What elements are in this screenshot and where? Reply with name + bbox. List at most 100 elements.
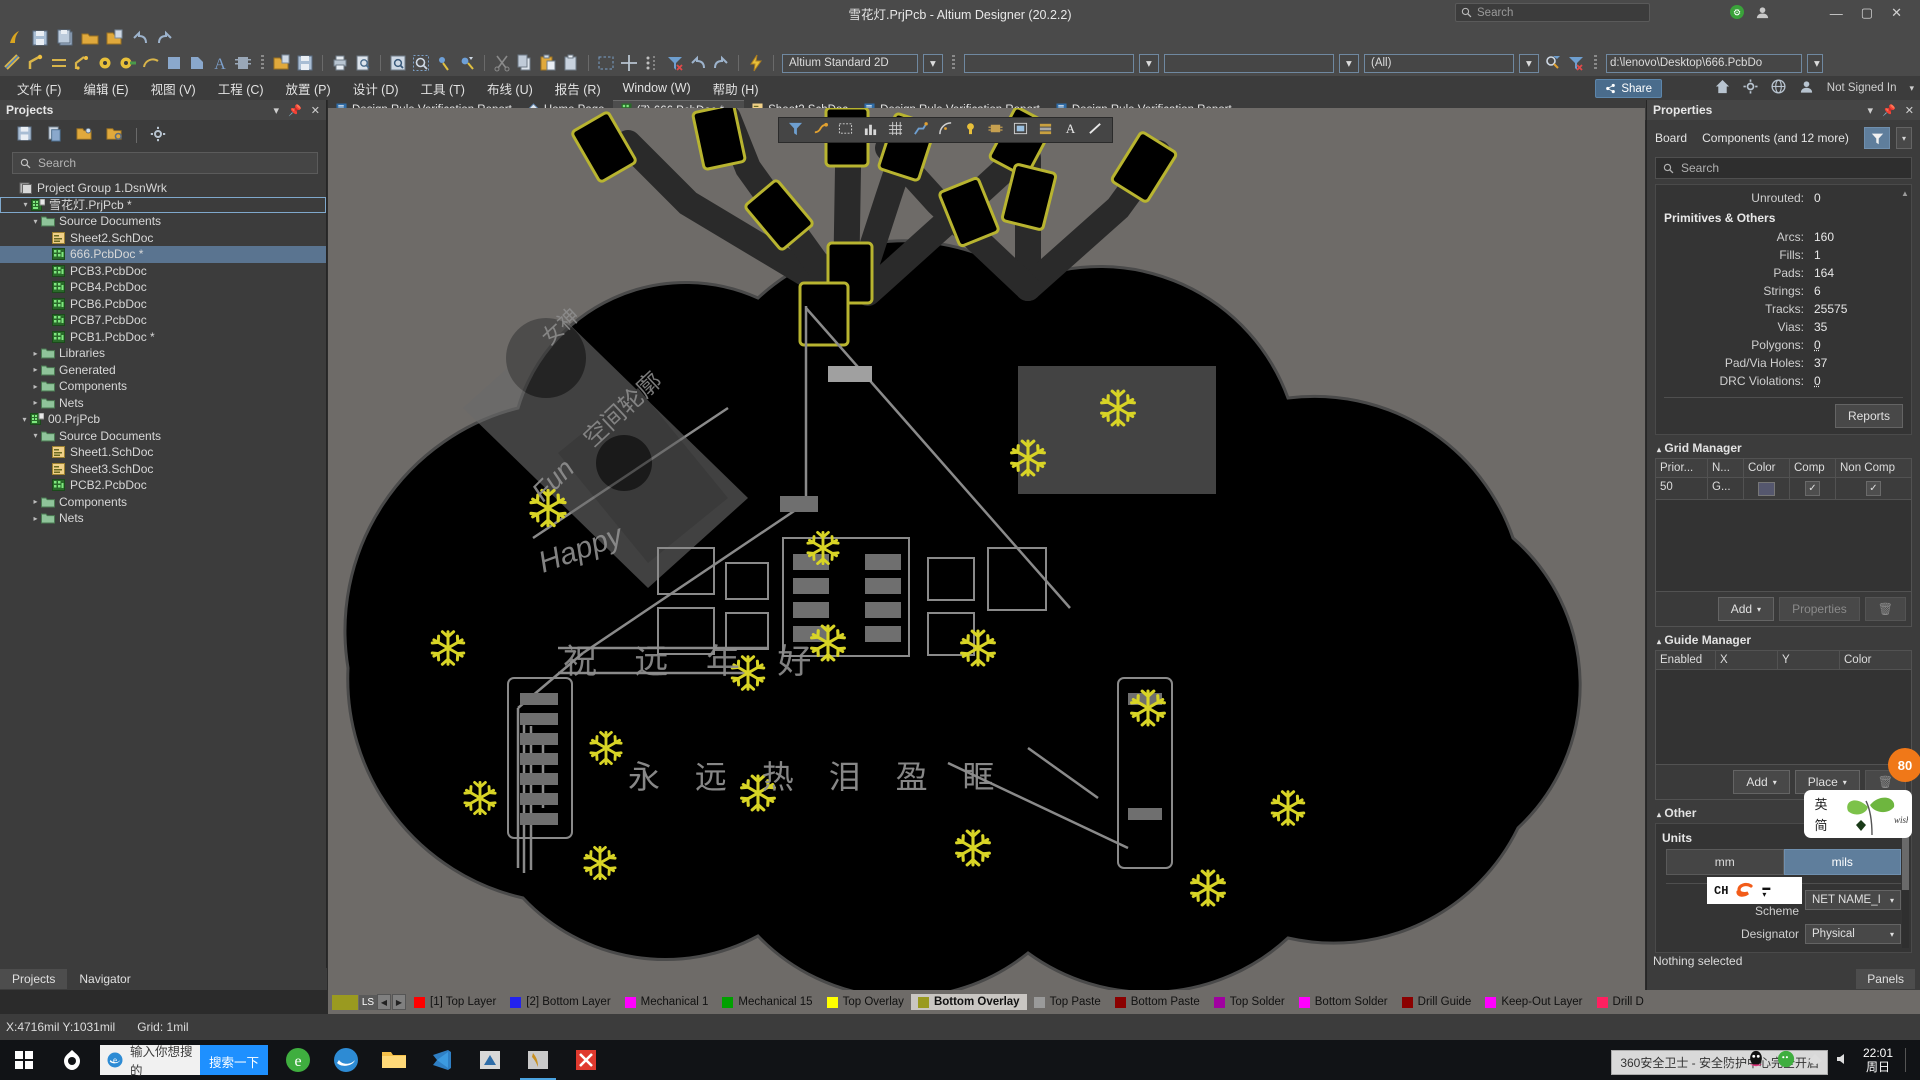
- grid-add-button[interactable]: Add ▾: [1717, 597, 1775, 621]
- layer-tab[interactable]: Bottom Overlay: [910, 994, 1027, 1010]
- layer-tab[interactable]: [2] Bottom Layer: [503, 994, 617, 1010]
- ime-language-bar[interactable]: CH ▬ ▾: [1707, 877, 1802, 904]
- open-project-icon[interactable]: [106, 29, 124, 47]
- 360-browser-taskbar-icon[interactable]: e: [274, 1040, 322, 1080]
- close-button[interactable]: ✕: [1891, 5, 1902, 21]
- tree-item[interactable]: PCB7.PcbDoc: [0, 312, 326, 329]
- user-account-icon[interactable]: [1755, 5, 1770, 23]
- copy-icon[interactable]: [516, 54, 534, 72]
- route-net-icon[interactable]: [27, 54, 45, 72]
- tree-item[interactable]: ▾ 雪花灯.PrjPcb *: [0, 196, 326, 213]
- globe-icon[interactable]: [1771, 79, 1786, 97]
- notifications-icon[interactable]: ⚙: [1729, 4, 1745, 23]
- volume-tray-icon[interactable]: [1835, 1052, 1851, 1069]
- tree-twisty-icon[interactable]: ▾: [30, 431, 41, 440]
- grid-delete-button[interactable]: 🗑: [1864, 597, 1906, 621]
- grid-row-color-swatch[interactable]: [1758, 481, 1775, 496]
- print-preview-icon[interactable]: [354, 54, 372, 72]
- text-icon[interactable]: A: [1063, 121, 1078, 139]
- project-options-folder-icon[interactable]: [106, 125, 123, 145]
- ime-spinner-icon[interactable]: ▬ ▾: [1762, 883, 1770, 898]
- edge-browser-icon[interactable]: [322, 1040, 370, 1080]
- global-search-box[interactable]: Search: [1455, 3, 1650, 22]
- tree-twisty-icon[interactable]: ▾: [30, 217, 41, 226]
- place-arc-icon[interactable]: [142, 54, 160, 72]
- cut-icon[interactable]: [493, 54, 511, 72]
- tree-item[interactable]: ▾ Source Documents: [0, 213, 326, 230]
- notification-badge[interactable]: 80: [1888, 748, 1920, 782]
- net-color-icon[interactable]: [813, 121, 828, 139]
- grid-icon[interactable]: [888, 121, 903, 139]
- stats-scroll-up-icon[interactable]: ▲: [1901, 189, 1909, 198]
- properties-pin-icon[interactable]: 📌: [1882, 104, 1896, 117]
- user-icon[interactable]: [1799, 79, 1814, 97]
- layer-filter-dropdown[interactable]: ▾: [1139, 53, 1159, 73]
- properties-close-icon[interactable]: ✕: [1905, 104, 1914, 117]
- menu-project[interactable]: 工程 (C): [207, 76, 275, 101]
- layer-filter-combo[interactable]: [964, 53, 1134, 73]
- tab-navigator[interactable]: Navigator: [67, 969, 142, 989]
- tree-item[interactable]: PCB2.PcbDoc: [0, 477, 326, 494]
- pcb-canvas[interactable]: A 祝 远 年 好 永 远 热 泪 盈 眶 空间轮廓 女神 Fun Happy: [328, 108, 1645, 990]
- layer-tab[interactable]: Mechanical 15: [715, 994, 819, 1010]
- ime-chip-simplified[interactable]: 简: [1814, 815, 1827, 834]
- tree-item[interactable]: Sheet3.SchDoc: [0, 461, 326, 478]
- properties-filter-dropdown[interactable]: ▾: [1896, 127, 1912, 149]
- layer-scroll-left-button[interactable]: ◀: [377, 994, 391, 1010]
- panel-close-icon[interactable]: ✕: [311, 104, 320, 117]
- project-settings-gear-icon[interactable]: [150, 126, 166, 145]
- zoom-area-icon[interactable]: [412, 54, 430, 72]
- tree-twisty-icon[interactable]: ▸: [30, 349, 41, 358]
- signin-status[interactable]: Not Signed In: [1827, 82, 1897, 94]
- open-project-folder-icon[interactable]: [76, 125, 93, 145]
- save-document-icon[interactable]: [296, 54, 314, 72]
- tree-item[interactable]: Sheet2.SchDoc: [0, 230, 326, 247]
- tree-item[interactable]: Project Group 1.DsnWrk: [0, 180, 326, 197]
- board-stat-value[interactable]: 0: [1814, 338, 1821, 352]
- tree-item[interactable]: PCB4.PcbDoc: [0, 279, 326, 296]
- line-icon[interactable]: [1088, 121, 1103, 139]
- altium-logo-icon[interactable]: [6, 29, 24, 47]
- cross-probe-icon[interactable]: [747, 54, 765, 72]
- signin-dropdown-icon[interactable]: ▾: [1909, 83, 1914, 94]
- tree-twisty-icon[interactable]: ▸: [30, 398, 41, 407]
- net-filter-dropdown[interactable]: ▾: [1339, 53, 1359, 73]
- place-string-icon[interactable]: A: [211, 54, 229, 73]
- layer-tab[interactable]: Drill Guide: [1395, 994, 1479, 1010]
- properties-search-input[interactable]: Search: [1655, 157, 1912, 179]
- layer-stack-icon[interactable]: [1038, 121, 1053, 139]
- save-icon[interactable]: [31, 29, 49, 47]
- redo-icon-2[interactable]: [712, 54, 730, 72]
- undo-icon-2[interactable]: [689, 54, 707, 72]
- guide-col-enabled[interactable]: Enabled: [1656, 651, 1716, 669]
- place-polygon-icon[interactable]: [188, 54, 206, 72]
- mask-icon[interactable]: [1013, 121, 1028, 139]
- interactive-routing-icon[interactable]: [4, 54, 22, 72]
- menu-tools[interactable]: 工具 (T): [410, 76, 476, 101]
- tree-item[interactable]: PCB6.PcbDoc: [0, 296, 326, 313]
- guide-col-color[interactable]: Color: [1840, 651, 1911, 669]
- minimize-button[interactable]: —: [1830, 6, 1843, 21]
- menu-reports[interactable]: 报告 (R): [544, 76, 612, 101]
- select-area-icon[interactable]: [597, 54, 615, 72]
- menu-route[interactable]: 布线 (U): [476, 76, 544, 101]
- grid-properties-button[interactable]: Properties: [1779, 597, 1860, 621]
- grid-col-color[interactable]: Color: [1744, 459, 1790, 477]
- grid-col-name[interactable]: N...: [1708, 459, 1744, 477]
- place-component-icon[interactable]: [234, 54, 252, 72]
- menu-file[interactable]: 文件 (F): [6, 76, 72, 101]
- taskbar-search-box[interactable]: e 输入你想搜的 搜索一下: [100, 1045, 268, 1078]
- tab-panels[interactable]: Panels: [1856, 969, 1915, 989]
- redo-icon[interactable]: [156, 29, 174, 47]
- select-touching-icon[interactable]: [435, 54, 453, 72]
- tree-item[interactable]: ▾ Source Documents: [0, 428, 326, 445]
- taskbar-clock[interactable]: 22:01 周日: [1863, 1046, 1893, 1074]
- show-desktop-button[interactable]: [1905, 1048, 1910, 1072]
- all-filter-dropdown[interactable]: ▾: [1519, 53, 1539, 73]
- tree-item[interactable]: ▸ Components: [0, 378, 326, 395]
- file-explorer-icon[interactable]: [370, 1040, 418, 1080]
- print-icon[interactable]: [331, 54, 349, 72]
- panel-pin-icon[interactable]: 📌: [288, 104, 302, 117]
- tree-item[interactable]: ▾ 00.PrjPcb: [0, 411, 326, 428]
- tree-twisty-icon[interactable]: ▸: [30, 382, 41, 391]
